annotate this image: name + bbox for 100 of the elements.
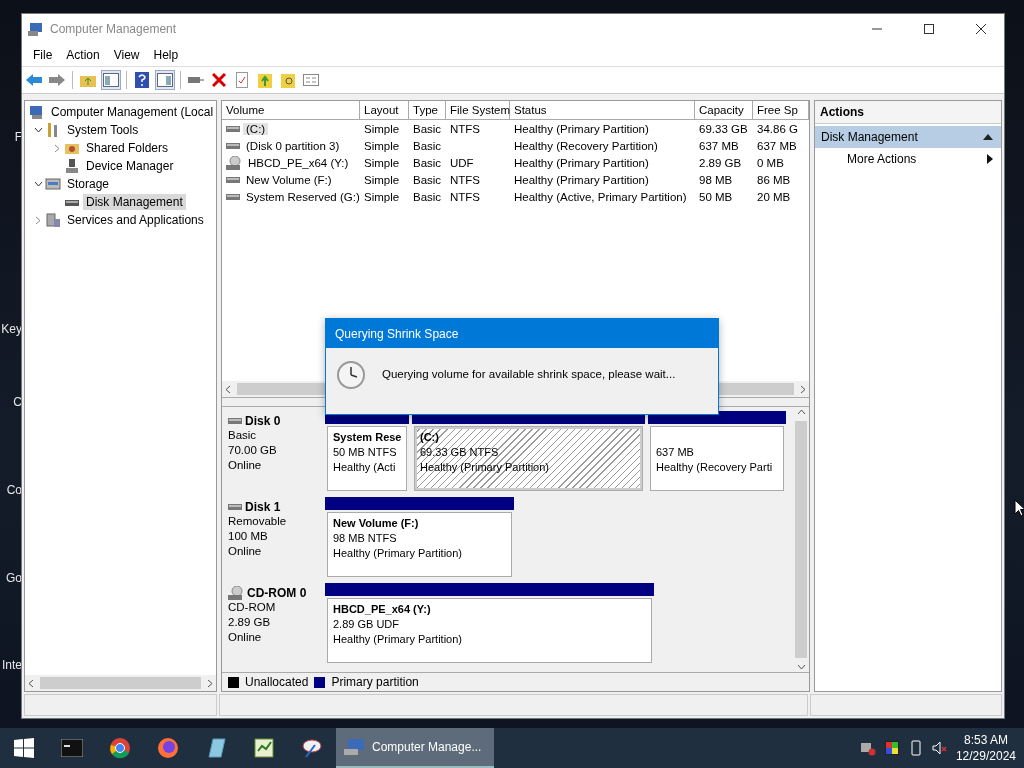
table-cell: Healthy (Primary Partition) <box>514 173 649 186</box>
computer-icon <box>344 738 366 756</box>
partition-block[interactable]: (C:) 69.33 GB NTFS Healthy (Primary Partition) <box>414 426 643 491</box>
horizontal-scrollbar[interactable] <box>25 675 216 691</box>
dialog-message: Querying volume for available shrink space, please wait... <box>382 368 676 380</box>
vertical-scrollbar[interactable] <box>793 407 809 672</box>
table-row[interactable]: System Reserved (G:) Simple Basic NTFS Healthy (Active, Primary Partition) 50 MB 20 MB <box>222 188 809 205</box>
disk-type: Basic <box>228 428 258 443</box>
drive-icon <box>188 75 204 85</box>
menu-item[interactable]: Help <box>146 48 186 62</box>
table-cell: 637 MB <box>699 139 739 152</box>
close-icon <box>976 24 986 34</box>
delete-button[interactable] <box>209 70 229 90</box>
menu-item[interactable]: File <box>26 48 60 62</box>
table-cell-text: System Reserved (G:) <box>245 190 361 203</box>
table-cell: Simple <box>364 173 400 186</box>
properties-icon <box>303 74 319 86</box>
taskbar-window-button[interactable]: Computer Manage... <box>336 728 494 768</box>
disk-size: 2.89 GB <box>228 615 272 630</box>
storage-icon <box>45 176 61 192</box>
desktop-icon-label[interactable]: Co <box>6 483 22 497</box>
table-row[interactable]: New Volume (F:) Simple Basic NTFS Healthy (Primary Partition) 98 MB 86 MB <box>222 171 809 188</box>
pane-icon <box>157 73 173 87</box>
collapse-arrow-icon <box>983 134 993 140</box>
disk-size: 70.00 GB <box>228 443 278 458</box>
disk-name: CD-ROM 0 <box>247 586 307 600</box>
partition-title: System Rese <box>333 430 402 445</box>
scroll-left-icon <box>28 678 34 688</box>
table-cell-text: New Volume (F:) <box>245 173 333 186</box>
desktop-icon-label[interactable]: C <box>13 395 22 409</box>
table-cell: NTFS <box>450 122 481 135</box>
drive-icon <box>226 193 240 200</box>
browser-icon <box>109 737 131 759</box>
folder-arrow-icon <box>258 72 272 88</box>
drive-icon <box>226 142 240 149</box>
action-item[interactable]: More Actions <box>815 148 1001 170</box>
chevron-down-icon <box>33 181 43 187</box>
actions-section[interactable]: Disk Management <box>815 126 1001 148</box>
tree-item[interactable]: System Tools <box>64 122 142 138</box>
tree-item[interactable]: Services and Applications <box>64 212 207 228</box>
scroll-up-icon <box>796 409 806 415</box>
tree-item[interactable]: Shared Folders <box>83 140 172 156</box>
table-cell-text: HBCD_PE_x64 (Y:) <box>247 156 350 169</box>
menu-item[interactable]: View <box>106 48 147 62</box>
tree-item[interactable]: Computer Management (Local <box>48 104 216 120</box>
action-pane-button[interactable] <box>155 70 175 90</box>
partition-block[interactable]: System Rese 50 MB NTFS Healthy (Acti <box>327 426 407 491</box>
folder-search-icon <box>281 72 295 88</box>
disk-type: Removable <box>228 514 288 529</box>
spreadsheet-icon <box>253 737 275 759</box>
network-icon <box>859 740 876 756</box>
computer-icon <box>29 104 45 120</box>
table-cell: Healthy (Primary Partition) <box>514 156 649 169</box>
legend-label: Unallocated <box>245 675 309 689</box>
cd-drive-icon <box>228 586 244 600</box>
clock-icon <box>336 360 366 390</box>
column-header[interactable]: Capacity <box>695 101 753 119</box>
submenu-arrow-icon <box>987 154 993 164</box>
table-cell: 2.89 GB <box>699 156 742 169</box>
tree-item[interactable]: Storage <box>64 176 113 192</box>
table-row[interactable]: (C:) Simple Basic NTFS Healthy (Primary Partition) 69.33 GB 34.86 G <box>222 120 809 137</box>
column-header[interactable]: Volume <box>222 101 360 119</box>
partition-status: Healthy (Recovery Parti <box>656 460 773 475</box>
column-header[interactable]: Free Sp <box>753 101 809 119</box>
partition-size: 50 MB NTFS <box>333 445 397 460</box>
scroll-right-icon <box>207 678 213 688</box>
menu-item[interactable]: Action <box>59 48 107 62</box>
tree-item[interactable]: Disk Management <box>83 194 186 210</box>
column-header[interactable]: Type <box>409 101 446 119</box>
table-cell: 34.86 G <box>757 122 798 135</box>
partition-block[interactable]: 637 MB Healthy (Recovery Parti <box>650 426 784 491</box>
clock-date[interactable]: 12/29/2024 <box>955 748 1016 764</box>
terminal-icon <box>61 739 83 757</box>
help-icon <box>135 72 149 88</box>
cd-drive-icon <box>226 155 242 170</box>
table-cell: 69.33 GB <box>699 122 748 135</box>
tree-item[interactable]: Device Manager <box>83 158 177 174</box>
partition-status: Healthy (Acti <box>333 460 396 475</box>
disk-status: Online <box>228 544 263 559</box>
desktop-icon-label[interactable]: Key <box>1 322 22 336</box>
partition-block[interactable]: New Volume (F:) 98 MB NTFS Healthy (Primary Partition) <box>327 512 512 577</box>
help-button[interactable] <box>132 70 152 90</box>
table-cell: Simple <box>364 156 400 169</box>
partition-size: 69.33 GB NTFS <box>420 445 499 460</box>
table-cell: Basic <box>413 190 442 203</box>
table-row[interactable]: (Disk 0 partition 3) Simple Basic Healthy (Recovery Partition) 637 MB 637 MB <box>222 137 809 154</box>
table-cell: Healthy (Active, Primary Partition) <box>514 190 687 203</box>
table-cell: Basic <box>413 156 442 169</box>
disk-status: Online <box>228 630 263 645</box>
drive-icon <box>228 504 242 510</box>
desktop-icon-label[interactable]: Go <box>6 571 22 585</box>
table-cell: NTFS <box>450 173 481 186</box>
table-row[interactable]: HBCD_PE_x64 (Y:) Simple Basic UDF Healthy (Primary Partition) 2.89 GB 0 MB <box>222 154 809 171</box>
desktop-icon-label[interactable]: Inte <box>2 658 22 672</box>
column-header[interactable]: Status <box>510 101 695 119</box>
partition-block[interactable]: HBCD_PE_x64 (Y:) 2.89 GB UDF Healthy (Primary Partition) <box>327 598 652 663</box>
clock-time[interactable]: 8:53 AM <box>963 732 1008 748</box>
column-header[interactable]: File System <box>446 101 510 119</box>
show-tree-button[interactable] <box>101 70 121 90</box>
column-header[interactable]: Layout <box>360 101 409 119</box>
